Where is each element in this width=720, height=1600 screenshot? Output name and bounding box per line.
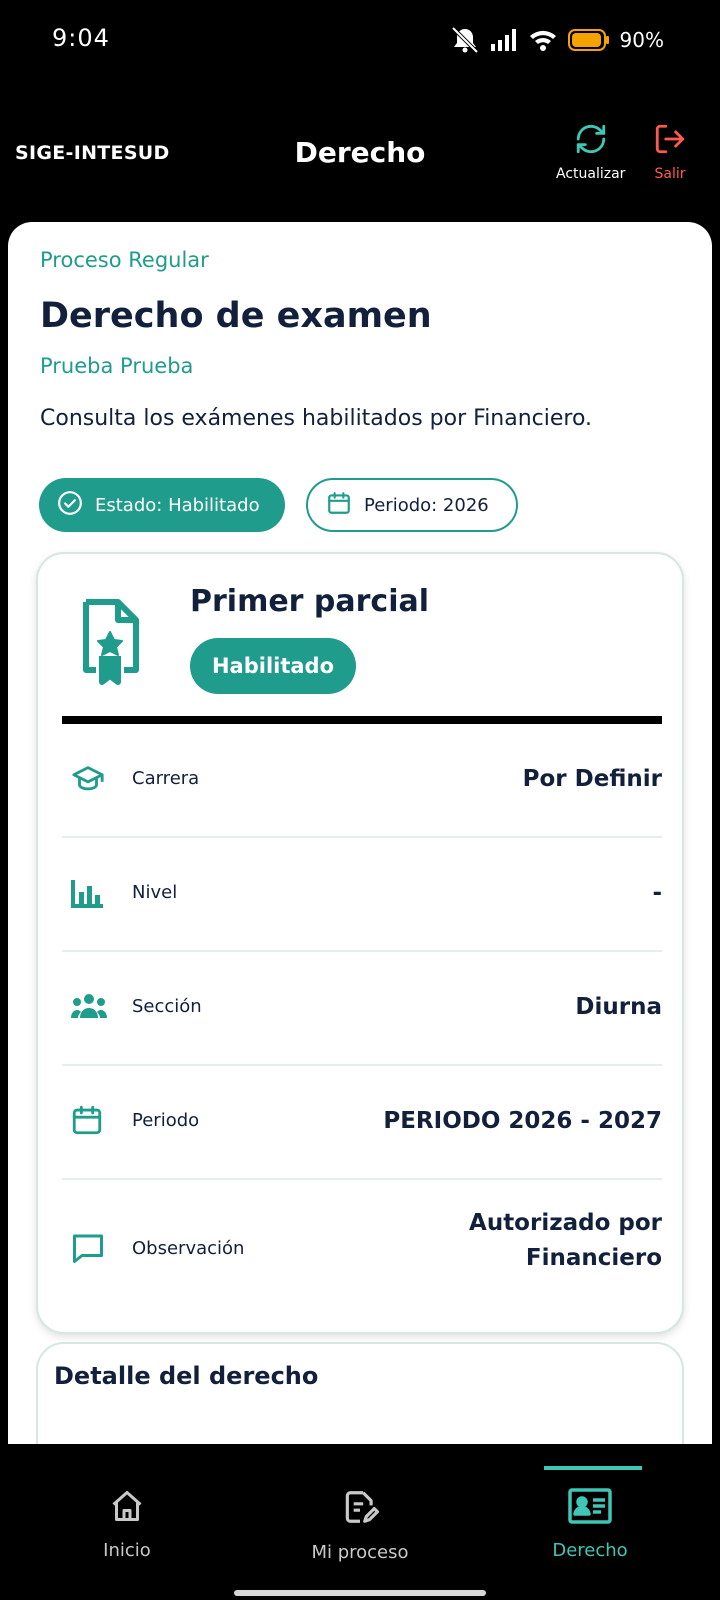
calendar-icon (70, 1102, 104, 1142)
bottom-navigation: Inicio Mi proceso Derecho (0, 1444, 720, 1600)
exam-status-badge: Habilitado (190, 638, 356, 694)
refresh-label: Actualizar (556, 166, 626, 182)
nav-label: Inicio (103, 1540, 151, 1561)
status-chip-label: Estado: Habilitado (95, 494, 260, 516)
info-label: Carrera (132, 768, 200, 789)
logout-label: Salir (654, 166, 686, 182)
graduation-cap-icon (70, 762, 106, 800)
nav-label: Derecho (552, 1540, 628, 1561)
process-type: Proceso Regular (40, 248, 209, 272)
refresh-button[interactable]: Actualizar (556, 122, 625, 182)
battery-icon (567, 28, 610, 52)
period-chip: Periodo: 2026 (306, 478, 518, 532)
status-icons: 90% (450, 26, 664, 54)
info-label: Nivel (132, 882, 178, 903)
exam-title: Primer parcial (190, 584, 430, 619)
refresh-icon (574, 122, 608, 160)
comment-icon (70, 1230, 106, 1270)
page-title: Derecho de examen (40, 296, 432, 336)
student-name: Prueba Prueba (40, 354, 194, 378)
people-group-icon (70, 992, 108, 1026)
gesture-handle (234, 1590, 486, 1596)
info-label: Periodo (132, 1110, 200, 1131)
info-row-periodo: Periodo PERIODO 2026 - 2027 (62, 1066, 662, 1180)
info-value: PERIODO 2026 - 2027 (383, 1108, 662, 1134)
info-row-nivel: Nivel - (62, 838, 662, 952)
info-value: Por Definir (522, 766, 662, 792)
logout-icon (653, 122, 687, 160)
status-chip: Estado: Habilitado (39, 478, 285, 532)
nav-item-derecho[interactable]: Derecho (540, 1488, 640, 1600)
status-time: 9:04 (52, 24, 110, 52)
nav-label: Mi proceso (311, 1542, 409, 1563)
status-bar: 9:04 90% (0, 0, 720, 80)
id-card-icon (568, 1488, 612, 1528)
info-label: Observación (132, 1238, 245, 1259)
signal-icon (490, 28, 518, 52)
calendar-icon (326, 490, 352, 521)
logout-button[interactable]: Salir (653, 122, 687, 182)
info-row-seccion: Sección Diurna (62, 952, 662, 1066)
info-label: Sección (132, 996, 202, 1017)
info-value: Diurna (575, 994, 662, 1020)
app-header: SIGE-INTESUD Derecho Actualizar Salir (0, 100, 720, 210)
wifi-icon (528, 28, 558, 52)
active-tab-indicator (544, 1466, 642, 1470)
check-circle-icon (57, 490, 83, 521)
bar-chart-icon (70, 878, 104, 914)
info-value-line: Financiero (525, 1245, 662, 1271)
nav-item-mi-proceso[interactable]: Mi proceso (290, 1488, 430, 1600)
document-edit-icon (341, 1488, 379, 1530)
info-value: - (652, 880, 662, 906)
detail-card: Detalle del derecho (36, 1342, 684, 1444)
detail-title: Detalle del derecho (54, 1362, 319, 1390)
info-row-observacion: Observación Autorizado por Financiero (62, 1180, 662, 1320)
nav-item-inicio[interactable]: Inicio (77, 1488, 177, 1600)
battery-level: 90% (619, 28, 664, 52)
bell-muted-icon (450, 26, 480, 54)
period-chip-label: Periodo: 2026 (364, 494, 489, 516)
divider (62, 716, 662, 724)
certificate-document-icon (78, 598, 142, 690)
exam-card: Primer parcial Habilitado Carrera Por De… (36, 552, 684, 1334)
info-row-carrera: Carrera Por Definir (62, 724, 662, 838)
info-value-multiline: Autorizado por Financiero (469, 1206, 662, 1276)
page-description: Consulta los exámenes habilitados por Fi… (40, 406, 593, 431)
main-content-card: Proceso Regular Derecho de examen Prueba… (8, 222, 712, 1444)
home-icon (108, 1488, 146, 1528)
info-value-line: Autorizado por (469, 1210, 662, 1236)
